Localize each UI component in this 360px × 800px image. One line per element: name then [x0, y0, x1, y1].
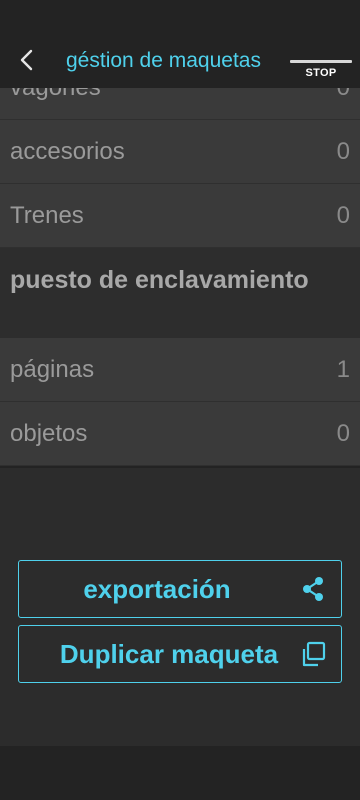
list-item-count: 0 [336, 138, 350, 165]
export-button-label: exportación [83, 574, 231, 604]
list-item-label: accesorios [10, 138, 125, 165]
list-item-label: páginas [10, 356, 95, 383]
share-icon [303, 577, 323, 601]
page-title: géstion de maquetas [66, 49, 261, 72]
duplicate-button-label: Duplicar maqueta [59, 639, 279, 669]
duplicate-layout-button[interactable]: Duplicar maqueta [18, 625, 342, 683]
list-item-objects[interactable]: objetos 0 [0, 402, 360, 466]
list-item-label: Trenes [10, 202, 84, 229]
stop-label: STOP [305, 67, 337, 79]
list-item-count: 0 [336, 420, 350, 447]
copy-icon [302, 641, 326, 667]
section-title: puesto de enclavamiento [10, 266, 309, 294]
stop-bar [290, 60, 352, 63]
stop-button[interactable]: STOP [290, 56, 352, 82]
list-item-trains[interactable]: Trenes 0 [0, 184, 360, 248]
chevron-left-icon[interactable] [14, 46, 42, 74]
app-header: géstion de maquetas STOP [0, 0, 360, 88]
export-button[interactable]: exportación [18, 560, 342, 618]
layout-summary-list: vagones 0 accesorios 0 Trenes 0 puesto d… [0, 56, 360, 466]
list-item-count: 0 [336, 202, 350, 229]
actions-panel: exportación Duplicar maqueta [0, 468, 360, 746]
section-header-interlocking: puesto de enclavamiento [0, 248, 360, 338]
list-item-accessories[interactable]: accesorios 0 [0, 120, 360, 184]
list-item-pages[interactable]: páginas 1 [0, 338, 360, 402]
list-item-label: objetos [10, 420, 88, 447]
list-item-count: 1 [336, 356, 350, 383]
